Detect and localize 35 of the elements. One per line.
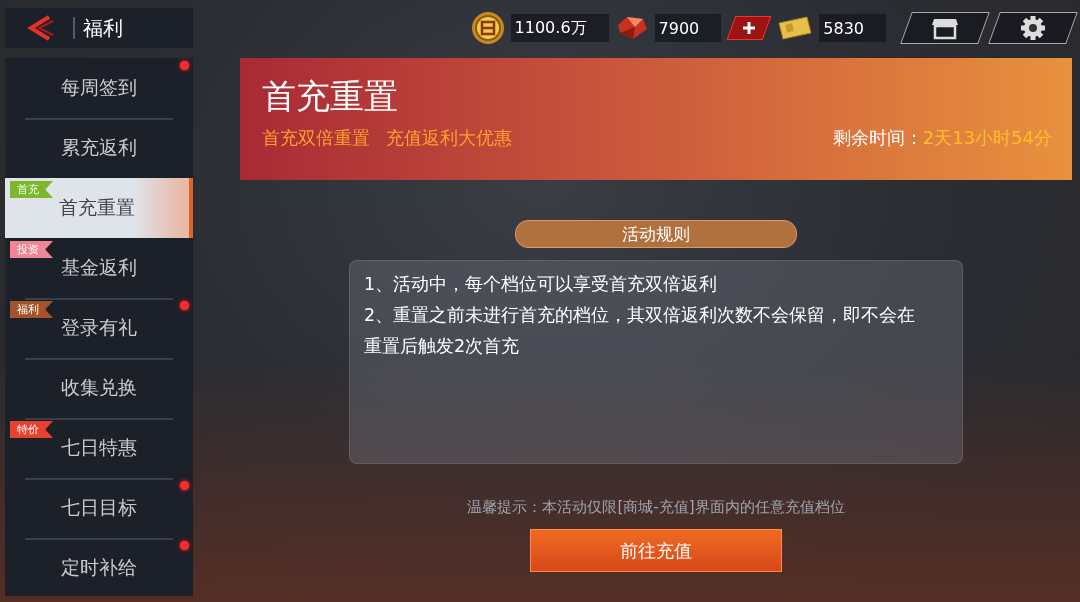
sidebar-item[interactable]: 累充返利 bbox=[5, 118, 193, 178]
time-label: 剩余时间： bbox=[832, 126, 923, 150]
sidebar-item[interactable]: 首充重置 首充 bbox=[5, 178, 193, 238]
plus-icon bbox=[742, 21, 757, 35]
sidebar-item[interactable]: 登录有礼 福利 bbox=[5, 298, 193, 358]
currency-amount: 7900 bbox=[654, 14, 722, 42]
currency-amount: 5830 bbox=[819, 14, 886, 42]
banner-subtitle: 充值返利大优惠 bbox=[386, 126, 512, 150]
banner-subtitle: 首充双倍重置 bbox=[262, 126, 370, 150]
settings-button[interactable] bbox=[988, 12, 1078, 44]
sidebar-item[interactable]: 七日特惠 特价 bbox=[5, 418, 193, 478]
rules-heading: 活动规则 bbox=[515, 220, 797, 248]
shop-icon bbox=[931, 16, 959, 40]
sidebar-item[interactable]: 基金返利 投资 bbox=[5, 238, 193, 298]
rule-text: 1、活动中，每个档位可以享受首充双倍返利 bbox=[364, 273, 719, 296]
tag-label: 特价 bbox=[10, 421, 53, 438]
tag-label: 首充 bbox=[10, 181, 53, 198]
ticket-icon bbox=[777, 15, 814, 41]
sidebar-item[interactable]: 收集兑换 bbox=[5, 358, 193, 418]
banner-title: 首充重置 bbox=[262, 75, 399, 118]
coin-icon bbox=[470, 11, 505, 45]
back-button[interactable]: 福利 bbox=[5, 8, 193, 48]
page-title: 福利 bbox=[83, 14, 123, 42]
recharge-button[interactable]: 前往充值 bbox=[530, 529, 782, 572]
tip-text: 温馨提示：本活动仅限[商城-充值]界面内的任意充值档位 bbox=[467, 498, 845, 517]
shop-button[interactable] bbox=[900, 12, 990, 44]
sidebar-item[interactable]: 七日目标 bbox=[5, 478, 193, 538]
back-chevron-icon bbox=[25, 15, 55, 41]
tag-label: 投资 bbox=[10, 241, 53, 258]
currency-amount: 1100.6万 bbox=[510, 14, 609, 42]
sidebar-item[interactable]: 每周签到 bbox=[5, 58, 193, 118]
tag-label: 福利 bbox=[10, 301, 53, 318]
rule-text: 2、重置之前未进行首充的档位，其双倍返利次数不会保留，即不会在重置后触发2次首充 bbox=[364, 304, 917, 358]
settings-icon bbox=[1020, 15, 1046, 41]
sidebar-item[interactable]: 定时补给 bbox=[5, 538, 193, 598]
